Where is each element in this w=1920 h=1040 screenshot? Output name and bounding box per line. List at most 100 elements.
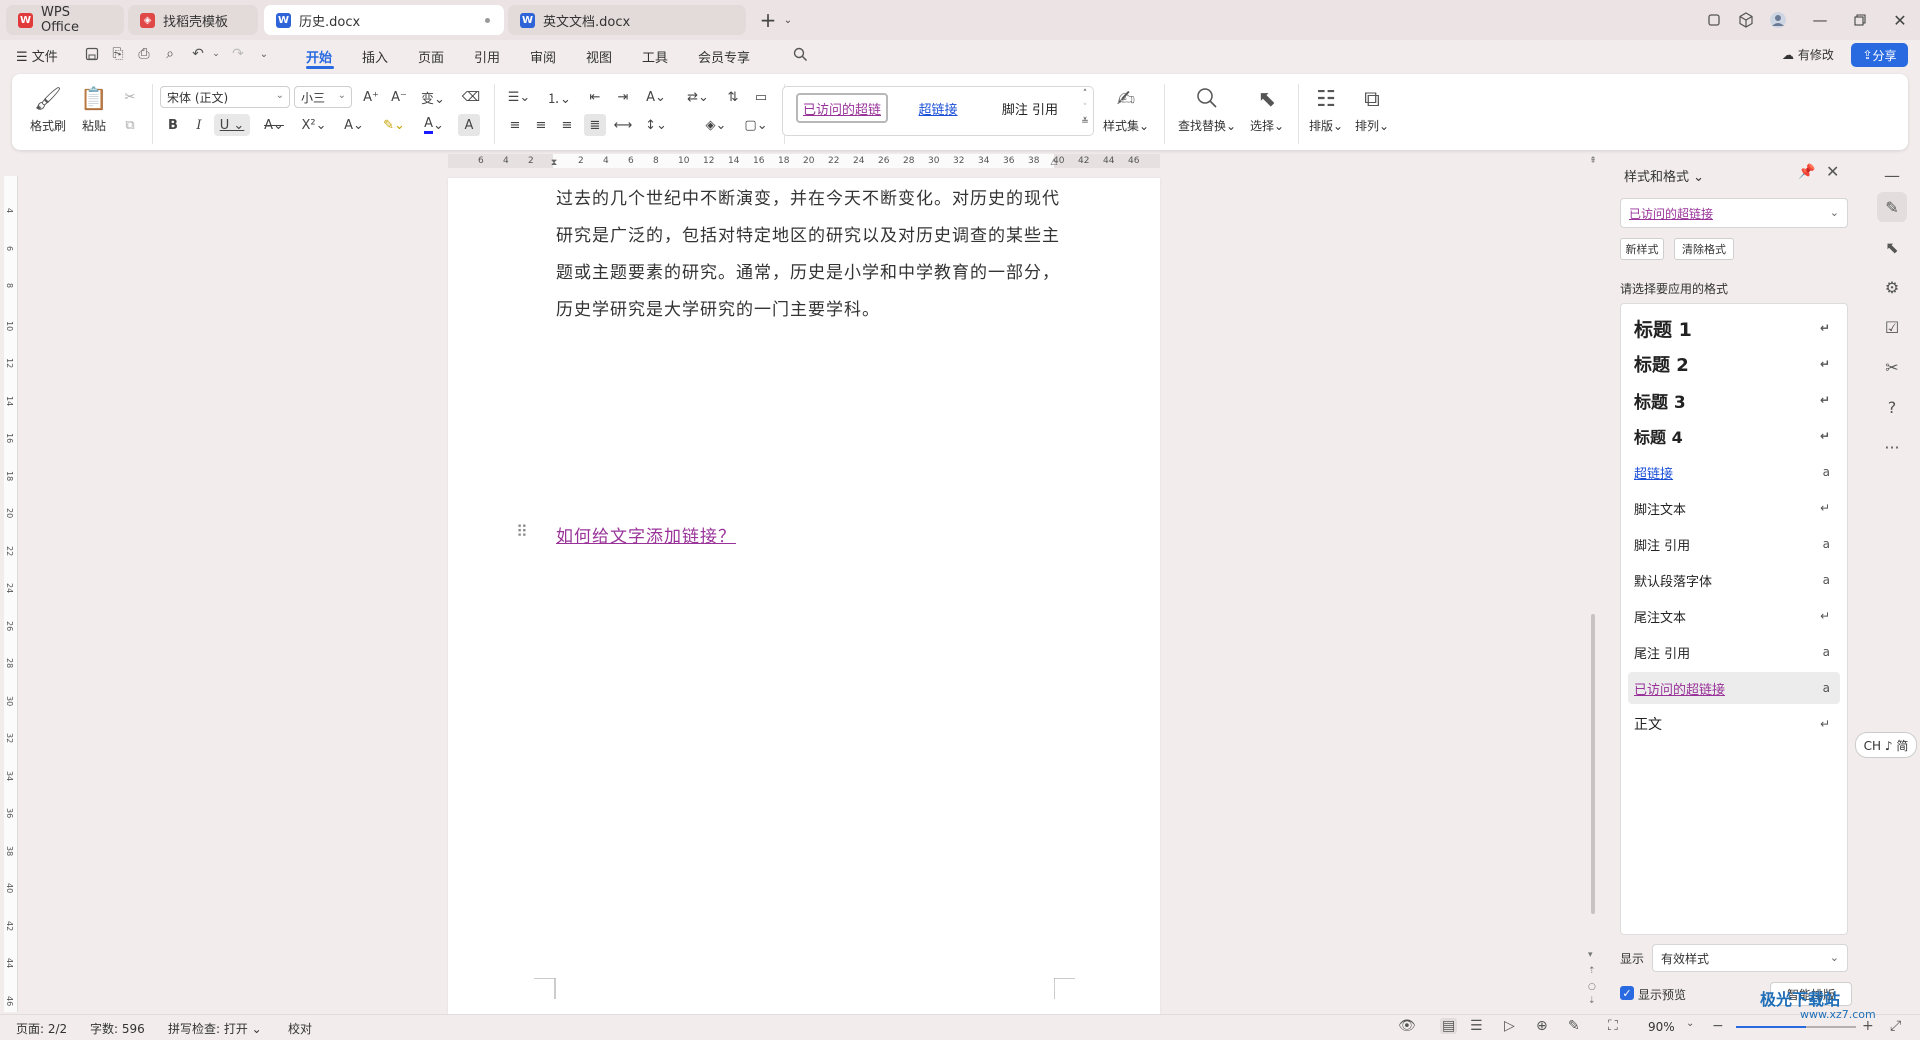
new-style-button[interactable]: 新样式 [1620,238,1664,260]
style-item-heading-1[interactable]: 标题 1 ↵ [1628,312,1840,344]
next-page-icon[interactable]: ⇣ [1588,996,1596,1006]
gallery-hyperlink[interactable]: 超链接 [896,93,980,123]
style-item-hyperlink[interactable]: 超链接 a [1628,456,1840,488]
gallery-visited-hyperlink[interactable]: 已访问的超链 [796,93,888,123]
paste-button[interactable]: 📋 粘贴 [74,84,114,136]
tab-member[interactable]: 会员专享 [698,47,750,66]
tab-english-docx[interactable]: W 英文文档.docx [508,5,746,35]
undo-icon[interactable]: ↶ [188,44,208,64]
drag-handle-icon[interactable]: ⠿ [516,522,528,541]
italic-icon[interactable]: I [188,114,210,136]
show-preview-checkbox[interactable]: ✓ [1620,986,1634,1000]
clear-format-button[interactable]: 清除格式 [1674,238,1734,260]
pen-mode-icon[interactable]: ✎ [1568,1018,1580,1034]
line-spacing-icon[interactable]: ↕⌄ [640,114,672,136]
superscript-icon[interactable]: X²⌄ [298,114,330,136]
cube-icon[interactable] [1734,8,1758,32]
chinese-layout-icon[interactable]: ⇄⌄ [682,86,714,108]
tab-history-docx[interactable]: W 历史.docx [264,5,504,35]
gallery-footnote-ref[interactable]: 脚注 引用 [988,93,1072,123]
style-item-endnote-ref[interactable]: 尾注 引用 a [1628,636,1840,668]
select-button[interactable]: ⬉ 选择⌄ [1244,84,1290,136]
current-style-select[interactable]: 已访问的超链接 ⌄ [1620,198,1848,228]
more-icon[interactable]: ··· [1877,432,1907,462]
spell-check-status[interactable]: 拼写检查: 打开 ⌄ [168,1020,262,1037]
bullet-list-icon[interactable]: ☰⌄ [504,86,534,108]
format-painter-button[interactable]: 🖌 格式刷 [28,84,68,136]
phonetic-guide-icon[interactable]: 变⌄ [416,86,450,108]
arrange-button[interactable]: ⧉ 排列⌄ [1350,84,1394,136]
style-set-button[interactable]: ✍ 样式集⌄ [1100,84,1152,136]
numbered-list-icon[interactable]: ⒈⌄ [544,86,574,108]
styles-pane-title[interactable]: 样式和格式 ⌄ [1624,166,1704,185]
font-name-select[interactable]: 宋体 (正文) ⌄ [160,86,290,108]
fit-page-icon[interactable]: ⛶ [1608,1018,1618,1034]
layout-button[interactable]: ☷ 排版⌄ [1304,84,1348,136]
style-item-footnote-ref[interactable]: 脚注 引用 a [1628,528,1840,560]
gallery-down-icon[interactable]: ˅ [1078,102,1092,114]
tab-view[interactable]: 视图 [586,47,612,66]
word-count[interactable]: 字数: 596 [90,1020,145,1037]
bold-icon[interactable]: B [162,114,184,136]
increase-indent-icon[interactable]: ⇥ [612,86,634,108]
more-chevron-icon[interactable]: ⌄ [254,44,274,64]
zoom-dropdown-icon[interactable]: ⌄ [1686,1018,1694,1029]
restore-icon[interactable] [1848,8,1872,32]
clear-format-eraser-icon[interactable]: ⌫ [460,86,482,108]
text-effect-icon[interactable]: A⌄ [338,114,370,136]
tab-home[interactable]: 开始 [306,47,332,66]
zoom-level[interactable]: 90% [1648,1020,1675,1034]
style-item-default-font[interactable]: 默认段落字体 a [1628,564,1840,596]
style-item-endnote-text[interactable]: 尾注文本 ↵ [1628,600,1840,632]
doc-check-icon[interactable]: ☑ [1877,312,1907,342]
shading-icon[interactable]: ◈⌄ [700,114,732,136]
paragraph-line[interactable]: 研究是广泛的，包括对特定地区的研究以及对历史调查的某些主 [556,221,1060,246]
redo-icon[interactable]: ↷ [228,44,248,64]
style-item-heading-4[interactable]: 标题 4 ↵ [1628,420,1840,452]
share-button[interactable]: ⇪ 分享 [1851,43,1908,67]
borders-icon[interactable]: ▢⌄ [740,114,772,136]
justify-icon[interactable]: ≣ [584,114,606,136]
window-layout-icon[interactable] [1702,8,1726,32]
scrollbar-thumb[interactable] [1591,614,1595,914]
tab-list-chevron-icon[interactable]: ⌄ [776,8,800,32]
align-right-icon[interactable]: ≡ [556,114,578,136]
style-item-heading-2[interactable]: 标题 2 ↵ [1628,348,1840,380]
undo-dropdown-icon[interactable]: ⌄ [206,44,226,64]
indent-marker-icon[interactable]: ⧗ [549,150,559,176]
style-item-visited-hyperlink[interactable]: 已访问的超链接 a [1628,672,1840,704]
text-direction-icon[interactable]: A⌄ [640,86,672,108]
tab-wps-office[interactable]: W WPS Office [6,5,124,35]
document-hyperlink[interactable]: 如何给文字添加链接？ [556,522,736,547]
font-color-icon[interactable]: A ⌄ [418,114,450,136]
sort-icon[interactable]: ⇅ [722,86,744,108]
help-icon[interactable]: ? [1877,392,1907,422]
style-item-heading-3[interactable]: 标题 3 ↵ [1628,384,1840,416]
style-item-footnote-text[interactable]: 脚注文本 ↵ [1628,492,1840,524]
decrease-indent-icon[interactable]: ⇤ [584,86,606,108]
print-icon[interactable]: ⎙ [134,44,154,64]
grow-font-icon[interactable]: A⁺ [360,86,382,108]
style-pen-icon[interactable]: ✎ [1877,192,1907,222]
paragraph-line[interactable]: 过去的几个世纪中不断演变，并在今天不断变化。对历史的现代 [556,184,1060,209]
highlight-icon[interactable]: ✎⌄ [378,114,410,136]
scroll-down-icon[interactable]: ▾ [1588,950,1593,960]
save-icon[interactable] [82,44,102,64]
align-left-icon[interactable]: ≡ [504,114,526,136]
zoom-slider[interactable] [1736,1026,1856,1028]
fullscreen-icon[interactable]: ⤢ [1890,1018,1901,1034]
page-view-icon[interactable]: ▤ [1440,1018,1458,1034]
align-center-icon[interactable]: ≡ [530,114,552,136]
tab-tools[interactable]: 工具 [642,47,668,66]
document-scrollbar[interactable]: ▾ ⇡ ○ ⇣ [1586,154,1600,1014]
web-view-icon[interactable]: ⊕ [1536,1018,1548,1034]
strikethrough-icon[interactable]: A⌄ [258,114,290,136]
tab-reference[interactable]: 引用 [474,47,500,66]
proofread-button[interactable]: 校对 [288,1020,312,1037]
input-method-badge[interactable]: CH ♪ 简 [1855,732,1917,758]
avatar[interactable] [1766,8,1790,32]
cut-icon[interactable]: ✂ [118,86,142,108]
close-window-icon[interactable]: ✕ [1888,8,1912,32]
char-shading-icon[interactable]: A [458,114,480,136]
paragraph-line[interactable]: 历史学研究是大学研究的一门主要学科。 [556,295,880,320]
